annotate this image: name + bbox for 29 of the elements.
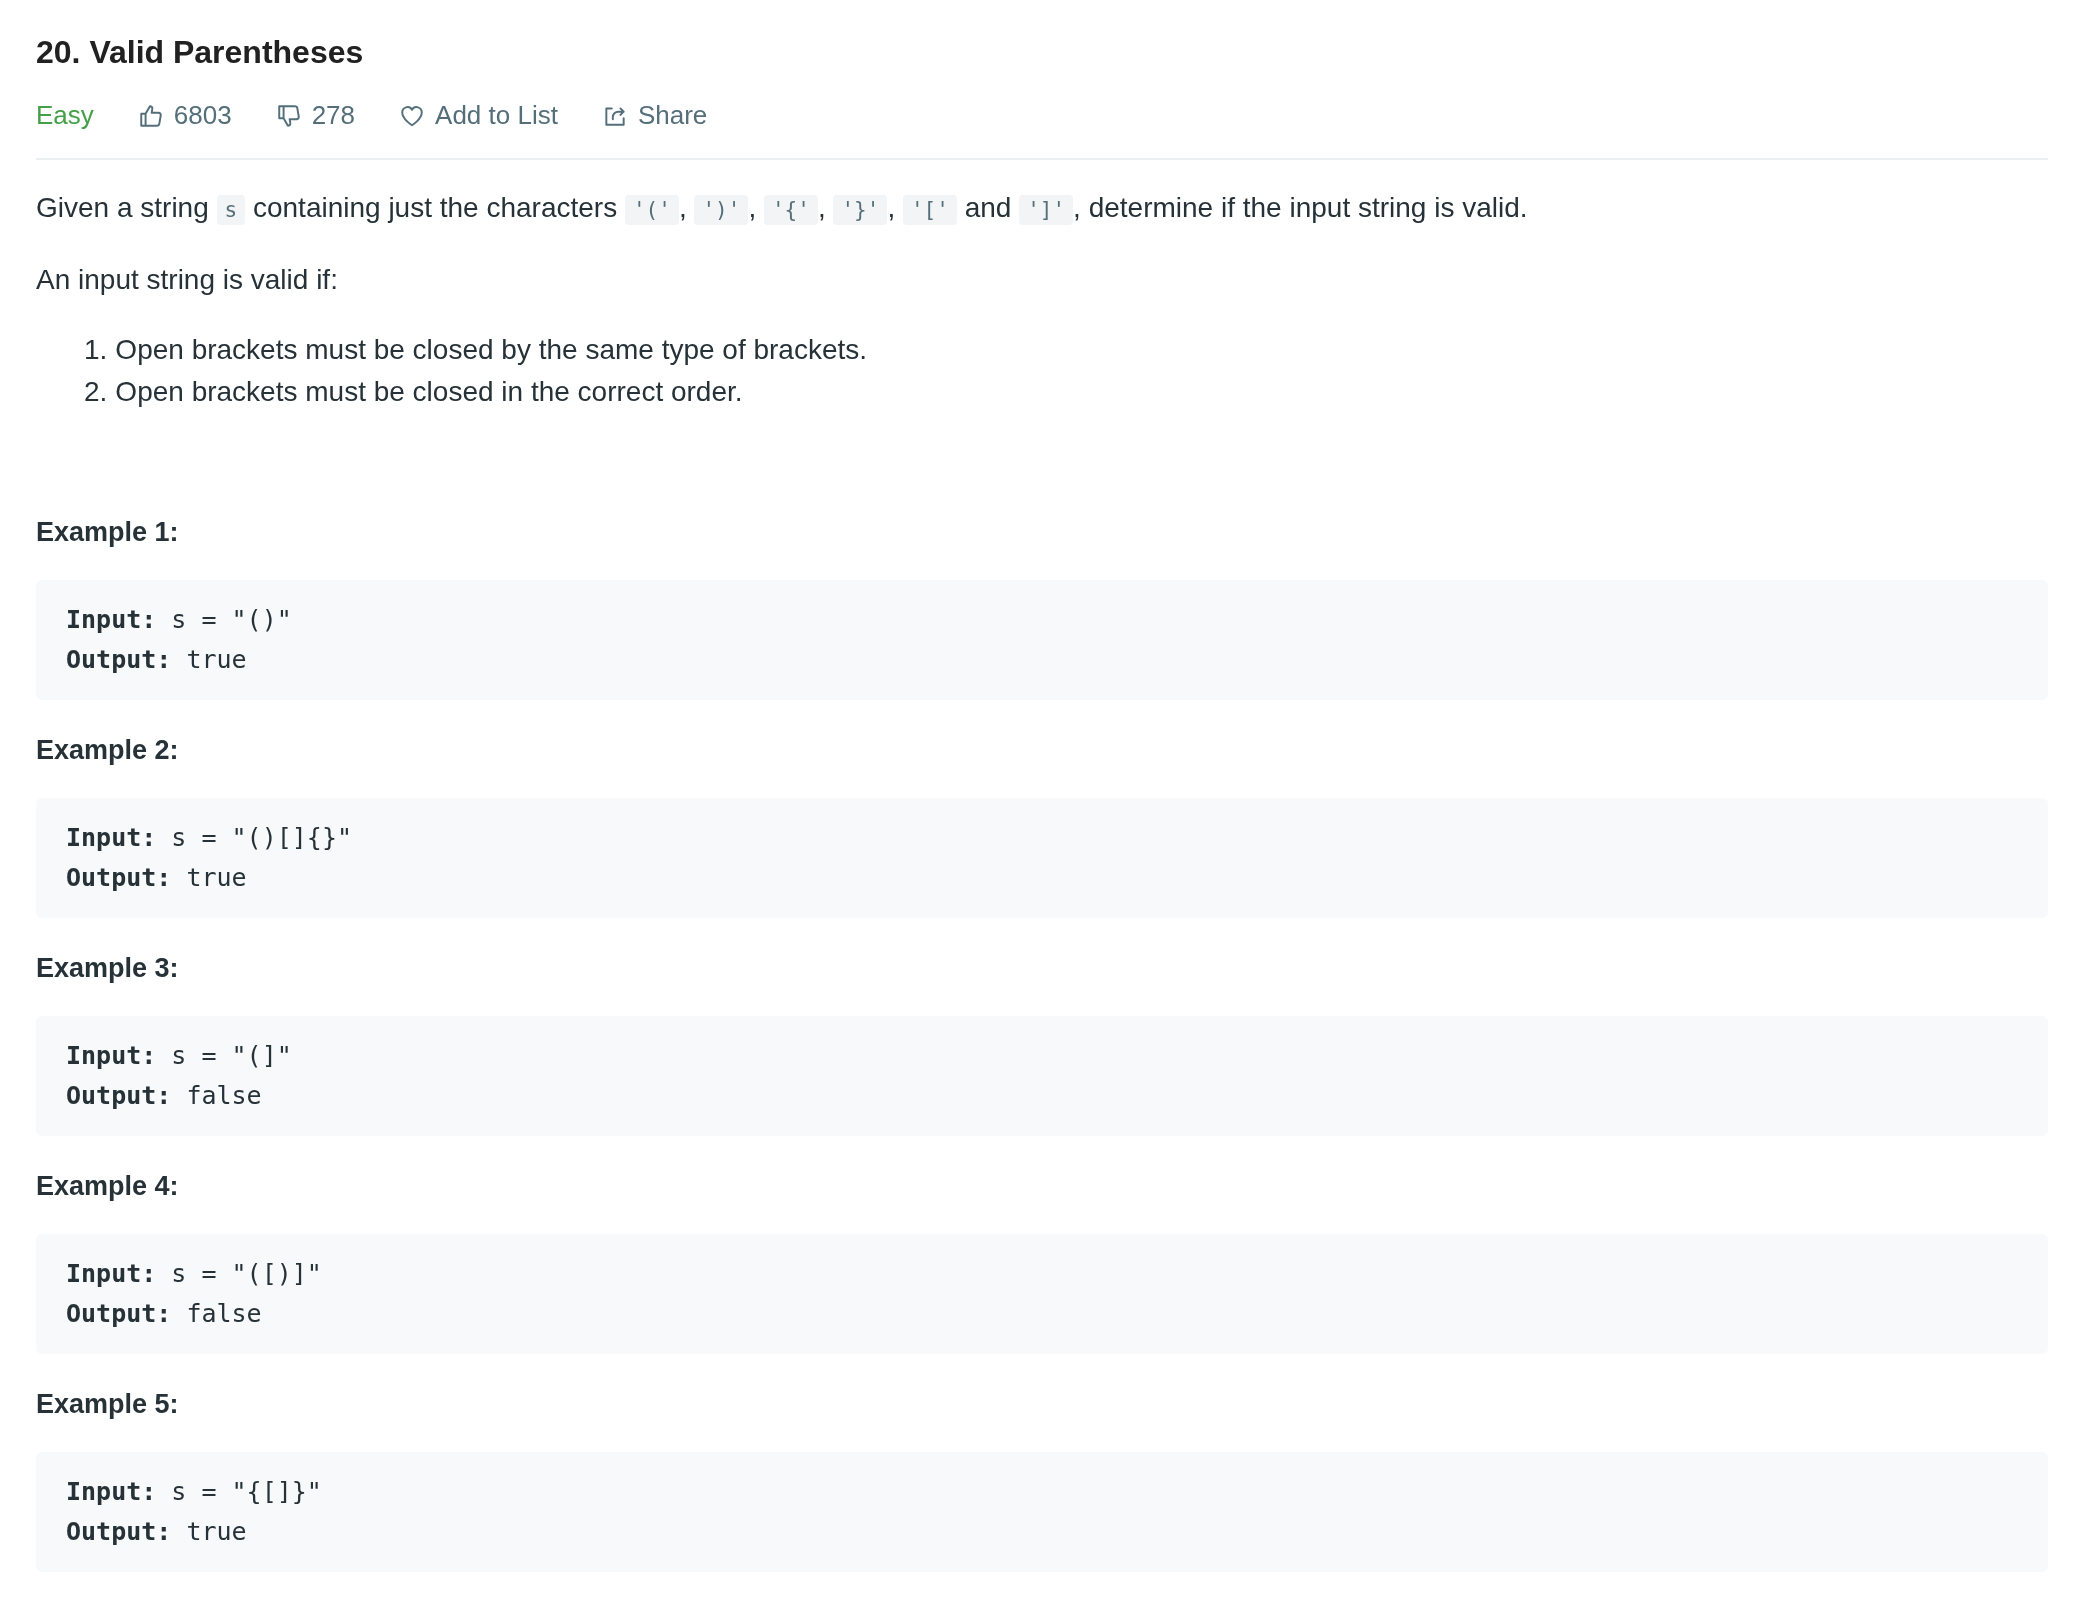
problem-title: 20. Valid Parentheses xyxy=(36,33,365,72)
code-line: Input: s = "{[]}" xyxy=(66,1475,323,1508)
code-line: Input: s = "()" xyxy=(66,603,293,636)
difficulty-label: Easy xyxy=(36,100,94,132)
code-line: Output: false xyxy=(66,1079,263,1112)
code-line: Output: true xyxy=(66,1515,248,1548)
code-line: Output: true xyxy=(66,643,248,676)
rule-text: Open brackets must be closed in the correct order. xyxy=(115,374,743,409)
rule-text: Open brackets must be closed by the same type of brackets. xyxy=(115,332,868,367)
code-line: Output: false xyxy=(66,1297,263,1330)
example-heading: Example 4: xyxy=(36,1169,180,1203)
code-line: Input: s = "([)]" xyxy=(66,1257,323,1290)
share-button[interactable]: Share xyxy=(601,100,708,132)
code-line: Output: true xyxy=(66,861,248,894)
code-line: Input: s = "()[]{}" xyxy=(66,821,353,854)
thumbs-up-icon xyxy=(137,102,164,129)
rules-intro: An input string is valid if: xyxy=(36,262,339,297)
example-heading: Example 3: xyxy=(36,951,180,985)
like-button[interactable]: 6803 xyxy=(137,100,232,132)
list-number: 2. xyxy=(84,374,108,409)
problem-description: Given a string s containing just the characters '(' , ')' , '{' , '}' , '[' and ']' , determine if the input string is valid. xyxy=(36,190,1529,227)
list-number: 1. xyxy=(84,332,108,367)
example-heading: Example 2: xyxy=(36,733,180,767)
thumbs-down-icon xyxy=(275,102,302,129)
dislike-button[interactable]: 278 xyxy=(275,100,356,132)
add-to-list-button[interactable]: Add to List xyxy=(399,100,558,132)
example-heading: Example 5: xyxy=(36,1387,180,1421)
code-line: Input: s = "(]" xyxy=(66,1039,293,1072)
example-heading: Example 1: xyxy=(36,515,180,549)
